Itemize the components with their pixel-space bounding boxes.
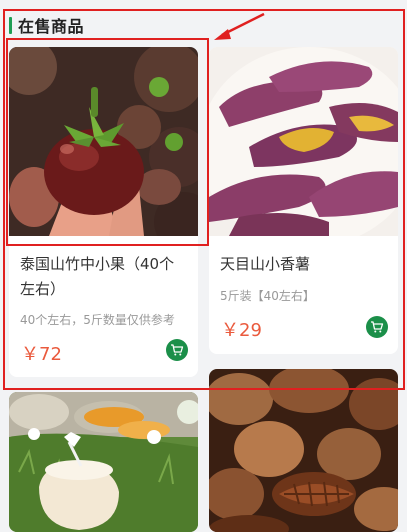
product-card-pecan[interactable]: [209, 369, 398, 532]
product-card-sweet-potato[interactable]: 天目山小香薯 5斤装【40左右】 ￥29: [209, 47, 398, 354]
cart-icon: [171, 344, 184, 356]
product-price: ￥29: [221, 320, 262, 341]
mangosteen-photo: [9, 47, 198, 236]
section-accent-bar: [9, 16, 12, 34]
product-desc: 40个左右，5斤数量仅供参考: [20, 313, 175, 327]
product-desc: 5斤装【40左右】: [220, 289, 315, 303]
product-title: 泰国山竹中小果（40个左右）: [20, 255, 175, 298]
product-card-coconut[interactable]: [9, 392, 198, 532]
add-to-cart-button[interactable]: [366, 316, 388, 338]
product-card-mangosteen[interactable]: 泰国山竹中小果（40个左右） 40个左右，5斤数量仅供参考 ￥72: [9, 47, 198, 377]
annotation-arrow-icon: [214, 12, 265, 40]
product-title: 天目山小香薯: [220, 255, 311, 273]
product-price: ￥72: [21, 344, 62, 365]
sweet-potato-photo: [209, 47, 398, 236]
cart-icon: [371, 321, 384, 333]
pecan-photo: [209, 369, 398, 532]
section-header: 在售商品: [9, 14, 84, 36]
coconut-photo: [9, 392, 198, 532]
section-title: 在售商品: [18, 17, 85, 36]
add-to-cart-button[interactable]: [166, 339, 188, 361]
